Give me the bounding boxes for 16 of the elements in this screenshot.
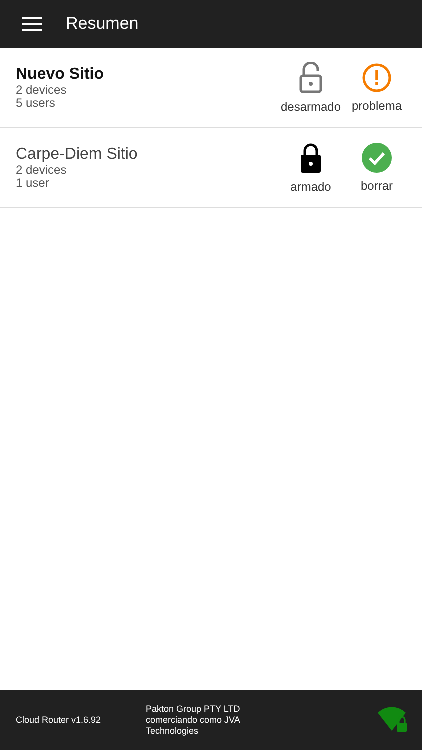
site-name: Nuevo Sitio [16,66,106,84]
version-text: Cloud Router v1.6.92 [16,714,102,726]
app-title: Resumen [66,14,139,34]
wifi-lock-icon [378,707,408,733]
status-button[interactable]: borrar [346,142,408,192]
arm-button[interactable]: armado [280,142,342,194]
menu-icon [22,16,42,32]
device-count: 2 devices [16,84,68,96]
device-count: 2 devices [16,164,68,176]
site-name: Carpe-Diem Sitio [16,146,139,164]
user-count: 1 user [16,176,50,190]
company-text: Pakton Group PTY LTD comerciando como JVA Technologies [146,704,242,736]
menu-button[interactable] [22,16,42,32]
user-count: 5 users [16,96,56,110]
status-button[interactable]: problema [346,62,408,112]
arm-button[interactable]: desarmado [280,62,342,114]
